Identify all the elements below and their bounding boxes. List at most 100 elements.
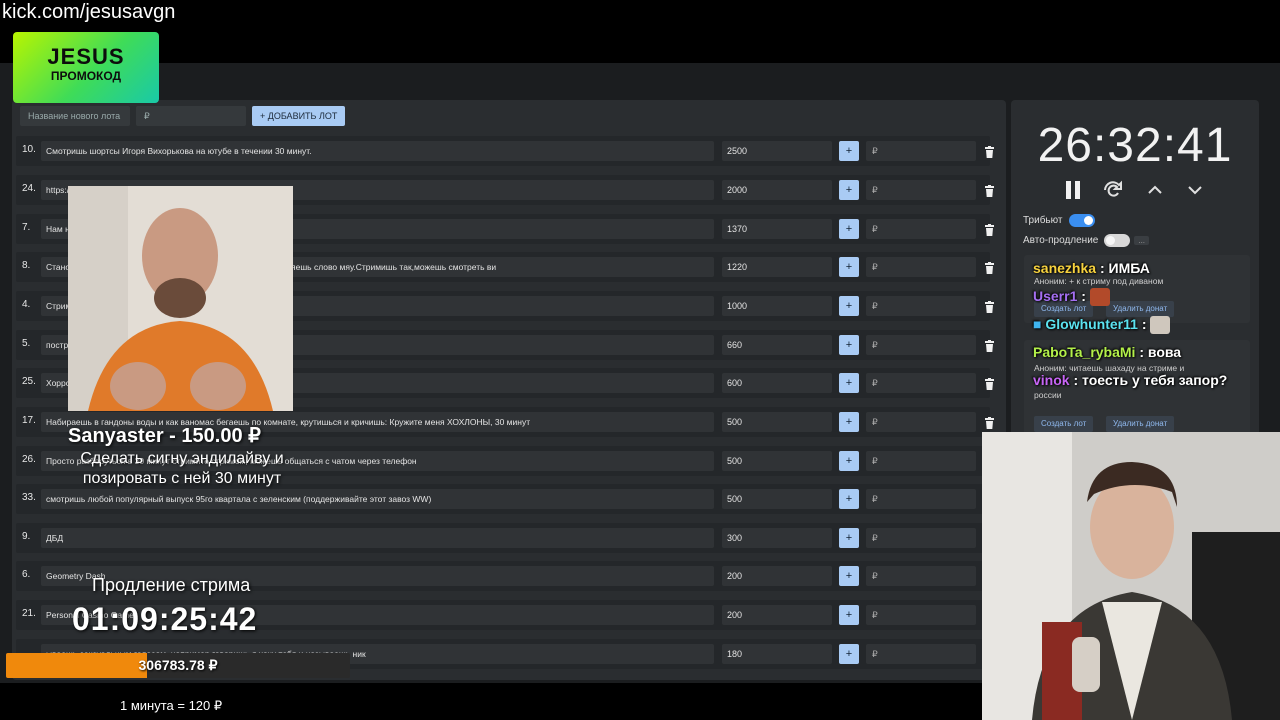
trash-icon[interactable]	[985, 223, 994, 236]
extension-label: Продление стрима	[92, 575, 251, 595]
lot-amount-input[interactable]: 300	[722, 528, 832, 548]
cube-icon: ■	[1033, 316, 1046, 332]
more-button[interactable]: ...	[1134, 236, 1150, 245]
lot-title-input[interactable]: ДБД	[41, 528, 714, 548]
lot-amount-input[interactable]: 200	[722, 566, 832, 586]
lot-row: 9. ДБД 300 + ₽	[16, 523, 994, 553]
donation-video	[68, 186, 293, 411]
chevron-up-icon[interactable]	[1143, 178, 1167, 202]
lot-add-amount-input[interactable]: ₽	[866, 257, 976, 277]
lot-plus-button[interactable]: +	[839, 644, 859, 664]
lot-add-amount-input[interactable]: ₽	[866, 373, 976, 393]
lot-plus-button[interactable]: +	[839, 605, 859, 625]
chat-message: ■ Glowhunter11 :	[1033, 316, 1171, 335]
lot-plus-button[interactable]: +	[839, 296, 859, 316]
alert-donor: Sanyaster - 150.00 ₽	[68, 425, 261, 447]
chat-separator: :	[1139, 344, 1144, 360]
chevron-down-icon[interactable]	[1183, 178, 1207, 202]
lot-add-amount-input[interactable]: ₽	[866, 451, 976, 471]
chat-username: vinok	[1033, 372, 1070, 388]
emote-icon	[1150, 316, 1171, 335]
progress-total: 306783.78 ₽	[138, 657, 218, 673]
streamer-webcam	[982, 432, 1280, 720]
chat-username: Glowhunter11	[1045, 316, 1138, 332]
chat-text: вова	[1147, 344, 1182, 360]
new-lot-amount-input[interactable]: ₽	[136, 106, 246, 126]
lot-amount-input[interactable]: 500	[722, 489, 832, 509]
emote-icon	[1089, 288, 1110, 307]
delete-donation-button[interactable]: Удалить донат	[1106, 416, 1175, 432]
lot-amount-input[interactable]: 180	[722, 644, 832, 664]
lot-amount-input[interactable]: 600	[722, 373, 832, 393]
tribute-toggle[interactable]	[1068, 214, 1095, 227]
lot-amount-input[interactable]: 2000	[722, 180, 832, 200]
lot-add-amount-input[interactable]: ₽	[866, 644, 976, 664]
trash-icon[interactable]	[985, 416, 994, 429]
auto-extend-row: Авто-продление...	[1023, 234, 1150, 247]
lot-add-amount-input[interactable]: ₽	[866, 296, 976, 316]
lot-plus-button[interactable]: +	[839, 180, 859, 200]
lot-plus-button[interactable]: +	[839, 257, 859, 277]
extension-progress-bar: 306783.78 ₽	[6, 653, 350, 678]
lot-title-input[interactable]: смотришь любой популярный выпуск 95го кв…	[41, 489, 714, 509]
auto-extend-toggle[interactable]	[1104, 234, 1131, 247]
tribute-label: Трибьют	[1023, 215, 1063, 227]
reset-icon[interactable]	[1101, 178, 1125, 202]
alert-message: Сделать сигну эндилайву и позировать с н…	[80, 450, 284, 487]
timer-controls	[1061, 178, 1231, 202]
delete-donation-button[interactable]: Удалить донат	[1106, 301, 1175, 317]
chat-separator: :	[1141, 316, 1147, 332]
trash-icon[interactable]	[985, 377, 994, 390]
lot-amount-input[interactable]: 1220	[722, 257, 832, 277]
lot-add-amount-input[interactable]: ₽	[866, 605, 976, 625]
chat-username: sanezhka	[1033, 260, 1097, 276]
chat-message: sanezhka : ИМБА	[1033, 260, 1150, 276]
lot-plus-button[interactable]: +	[839, 489, 859, 509]
chat-username: Userr1	[1033, 288, 1078, 304]
lot-plus-button[interactable]: +	[839, 141, 859, 161]
lot-add-amount-input[interactable]: ₽	[866, 180, 976, 200]
lot-plus-button[interactable]: +	[839, 335, 859, 355]
lot-amount-input[interactable]: 1370	[722, 219, 832, 239]
lot-add-amount-input[interactable]: ₽	[866, 489, 976, 509]
lot-add-amount-input[interactable]: ₽	[866, 219, 976, 239]
lot-amount-input[interactable]: 1000	[722, 296, 832, 316]
trash-icon[interactable]	[985, 300, 994, 313]
lot-plus-button[interactable]: +	[839, 373, 859, 393]
trash-icon[interactable]	[985, 339, 994, 352]
chat-separator: :	[1073, 372, 1079, 388]
trash-icon[interactable]	[985, 184, 994, 197]
lot-title-input[interactable]: Смотришь шортсы Игоря Вихорькова на ютуб…	[41, 141, 714, 161]
lot-plus-button[interactable]: +	[839, 528, 859, 548]
lot-add-amount-input[interactable]: ₽	[866, 412, 976, 432]
lot-add-amount-input[interactable]: ₽	[866, 528, 976, 548]
tribute-toggle-row: Трибьют	[1023, 214, 1095, 227]
lot-plus-button[interactable]: +	[839, 412, 859, 432]
lot-amount-input[interactable]: 660	[722, 335, 832, 355]
lot-amount-input[interactable]: 200	[722, 605, 832, 625]
lot-amount-input[interactable]: 500	[722, 451, 832, 471]
chat-message: vinok : тоесть у тебя запор?	[1033, 372, 1227, 388]
pause-icon[interactable]	[1061, 178, 1085, 202]
lot-amount-input[interactable]: 500	[722, 412, 832, 432]
trash-icon[interactable]	[985, 145, 994, 158]
lot-plus-button[interactable]: +	[839, 566, 859, 586]
new-lot-name-input[interactable]: Название нового лота	[20, 106, 130, 126]
lot-add-amount-input[interactable]: ₽	[866, 566, 976, 586]
lot-plus-button[interactable]: +	[839, 451, 859, 471]
lot-add-amount-input[interactable]: ₽	[866, 335, 976, 355]
trash-icon[interactable]	[985, 261, 994, 274]
create-lot-button[interactable]: Создать лот	[1034, 416, 1094, 432]
add-lot-button[interactable]: + ДОБАВИТЬ ЛОТ	[252, 106, 346, 126]
promo-title: JESUS	[47, 44, 125, 69]
donation-message: Аноним: + к стриму под диваном	[1034, 276, 1164, 286]
stream-url: kick.com/jesusavgn	[2, 1, 176, 23]
chat-separator: :	[1099, 260, 1105, 276]
promo-subtitle: ПРОМОКОД	[50, 69, 122, 83]
lot-amount-input[interactable]: 2500	[722, 141, 832, 161]
chat-text: ИМБА	[1108, 260, 1150, 276]
lot-add-amount-input[interactable]: ₽	[866, 141, 976, 161]
chat-separator: :	[1081, 288, 1086, 304]
lot-plus-button[interactable]: +	[839, 219, 859, 239]
extension-time: 01:09:25:42	[72, 601, 258, 637]
